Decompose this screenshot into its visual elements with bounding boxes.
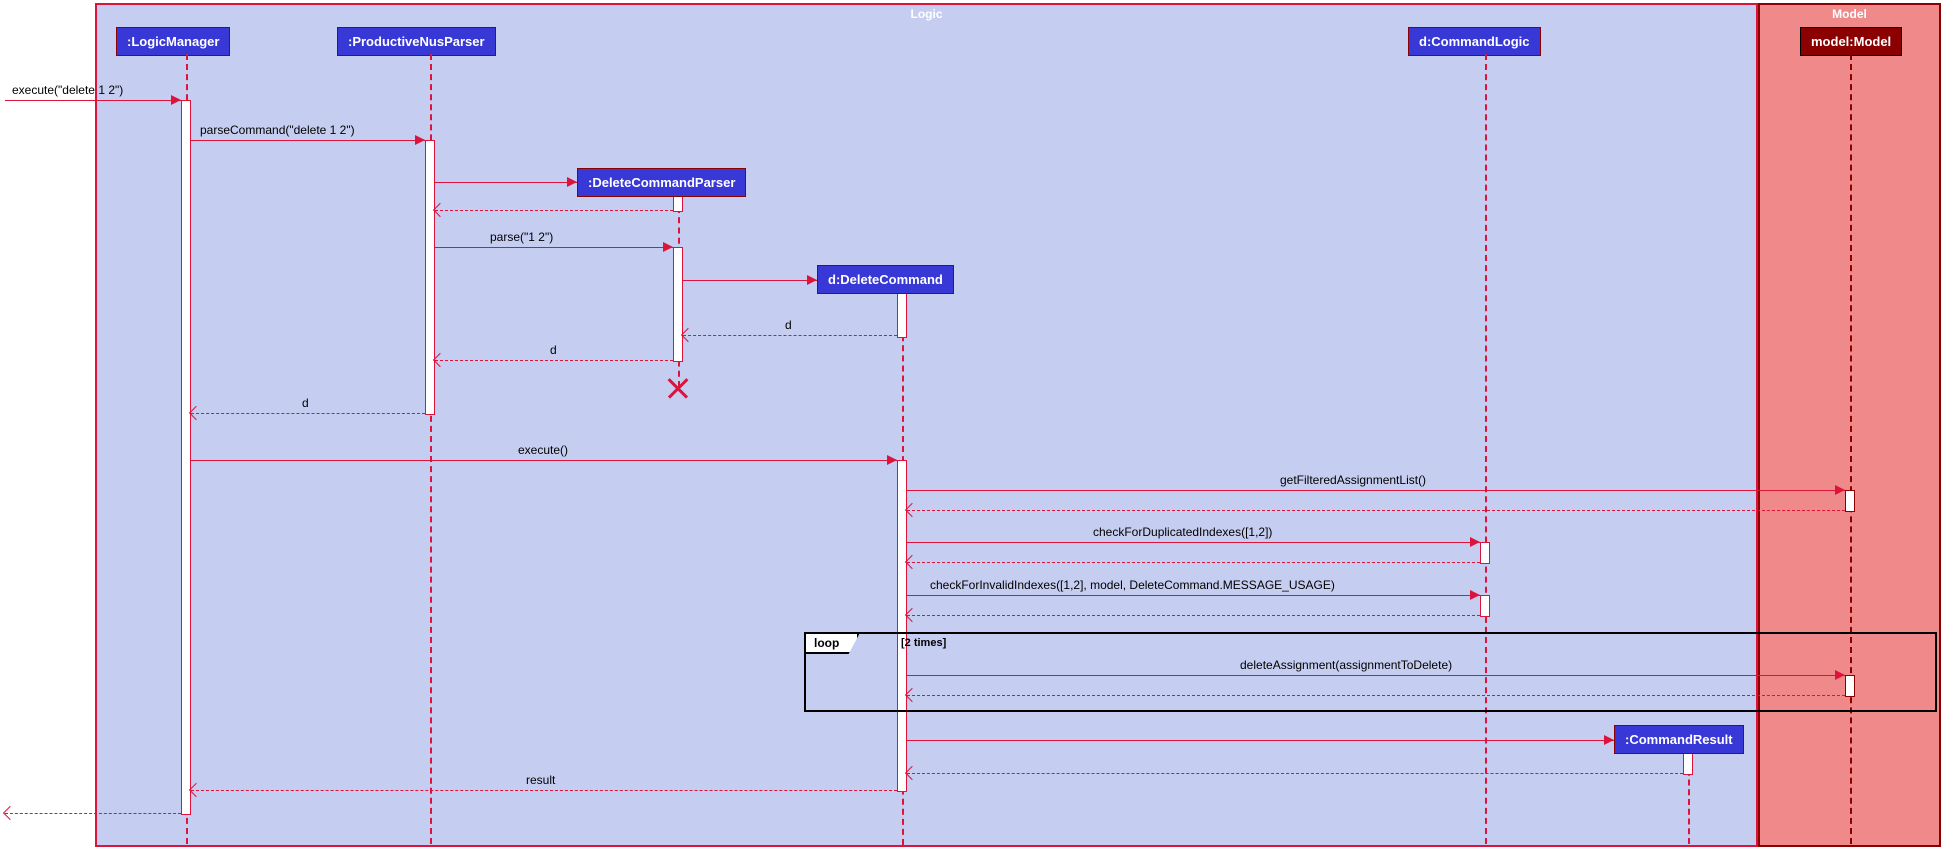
destroy-icon: .destroy-x::before,.destroy-x::after{bac… (668, 378, 688, 398)
msg-return-d-2: d (550, 343, 557, 357)
activation-delete-parser-2 (673, 247, 683, 362)
msg-get-filtered: getFilteredAssignmentList() (1280, 473, 1426, 487)
participant-label: :ProductiveNusParser (348, 34, 485, 49)
loop-guard: [2 times] (901, 637, 946, 649)
arrow-get-filtered (907, 490, 1845, 491)
arrow-return-d-3 (191, 413, 425, 414)
arrow-return-filtered (907, 510, 1845, 511)
activation-model-1 (1845, 490, 1855, 512)
arrow-head-icon (887, 455, 897, 465)
msg-check-inv: checkForInvalidIndexes([1,2], model, Del… (930, 578, 1335, 592)
arrow-head-icon (171, 95, 181, 105)
participant-label: :LogicManager (127, 34, 219, 49)
participant-parser: :ProductiveNusParser (337, 27, 496, 56)
arrow-head-icon (3, 806, 17, 820)
arrow-head-icon (1835, 670, 1845, 680)
arrow-return-inv (907, 615, 1480, 616)
arrow-head-icon (1470, 537, 1480, 547)
arrow-parse-command (191, 140, 425, 141)
msg-execute: execute("delete 1 2") (12, 83, 123, 97)
activation-command-logic-1 (1480, 542, 1490, 564)
arrow-return-external (5, 813, 181, 814)
msg-parse-command: parseCommand("delete 1 2") (200, 123, 355, 137)
frame-model-label: Model (1760, 5, 1939, 23)
arrow-create-result (907, 740, 1614, 741)
arrow-head-icon (1470, 590, 1480, 600)
loop-frame: loop [2 times] (804, 632, 1937, 712)
activation-logic-manager (181, 100, 191, 815)
loop-tab: loop (806, 634, 859, 654)
msg-return-d-1: d (785, 318, 792, 332)
participant-label: model:Model (1811, 34, 1891, 49)
participant-logic-manager: :LogicManager (116, 27, 230, 56)
arrow-create-delete-parser (435, 182, 577, 183)
arrow-delete-assignment (907, 675, 1845, 676)
msg-execute: execute() (518, 443, 568, 457)
arrow-execute-in (5, 100, 181, 101)
arrow-head-icon (807, 275, 817, 285)
arrow-create-delete-command (683, 280, 817, 281)
arrow-return-dup (907, 562, 1480, 563)
arrow-return-d-2 (435, 360, 673, 361)
lifeline-command-logic (1485, 54, 1487, 844)
arrow-return-create-result (907, 773, 1683, 774)
msg-check-dup: checkForDuplicatedIndexes([1,2]) (1093, 525, 1272, 539)
participant-label: d:DeleteCommand (828, 272, 943, 287)
arrow-return-d-1 (683, 335, 897, 336)
arrow-head-icon (663, 242, 673, 252)
lifeline-model (1850, 54, 1852, 844)
arrow-check-inv (907, 595, 1480, 596)
arrow-return-delete (907, 695, 1845, 696)
msg-parse: parse("1 2") (490, 230, 553, 244)
arrow-head-icon (1835, 485, 1845, 495)
participant-model: model:Model (1800, 27, 1902, 56)
arrow-return-create-parser (435, 210, 673, 211)
arrow-execute (191, 460, 897, 461)
msg-result: result (526, 773, 555, 787)
participant-label: :DeleteCommandParser (588, 175, 735, 190)
arrow-head-icon (1604, 735, 1614, 745)
participant-delete-parser: :DeleteCommandParser (577, 168, 746, 197)
loop-label: loop (814, 636, 839, 650)
participant-command-result: :CommandResult (1614, 725, 1744, 754)
activation-command-logic-2 (1480, 595, 1490, 617)
participant-command-logic: d:CommandLogic (1408, 27, 1541, 56)
participant-label: d:CommandLogic (1419, 34, 1530, 49)
arrow-head-icon (567, 177, 577, 187)
frame-logic-label: Logic (97, 5, 1756, 23)
participant-label: :CommandResult (1625, 732, 1733, 747)
activation-parser (425, 140, 435, 415)
msg-return-d-3: d (302, 396, 309, 410)
msg-delete-assignment: deleteAssignment(assignmentToDelete) (1240, 658, 1452, 672)
arrow-parse (435, 247, 673, 248)
arrow-check-dup (907, 542, 1480, 543)
arrow-return-result (191, 790, 897, 791)
participant-delete-command: d:DeleteCommand (817, 265, 954, 294)
arrow-head-icon (415, 135, 425, 145)
